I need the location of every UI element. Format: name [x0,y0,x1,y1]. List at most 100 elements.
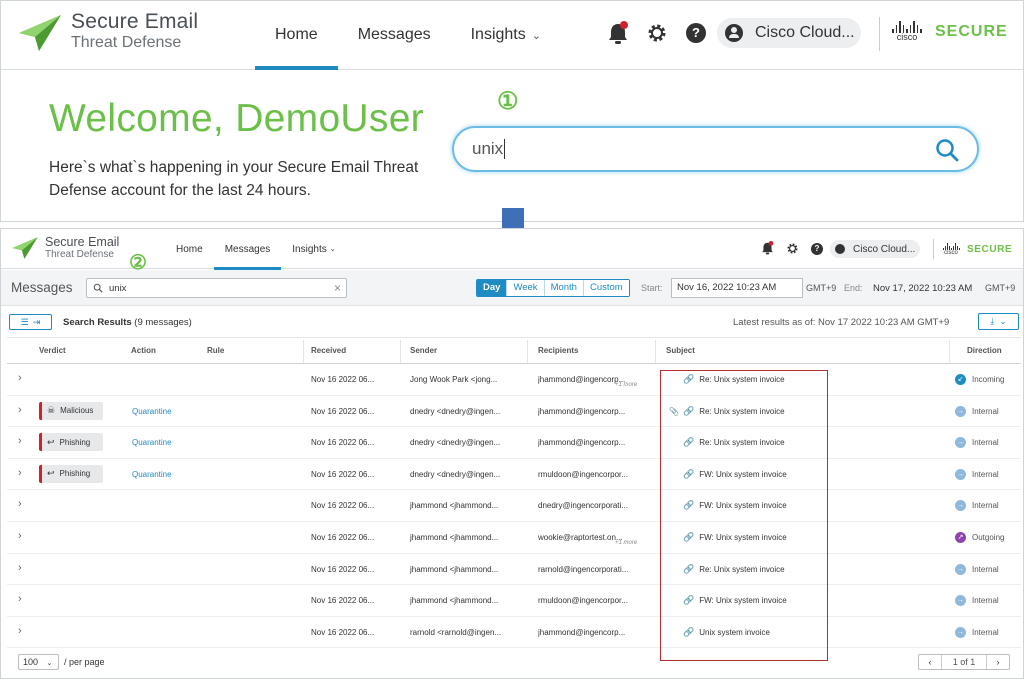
table-row[interactable]: › Nov 16 2022 06... Jong Wook Park <jong..… [7,364,1021,396]
next-page-icon[interactable]: › [987,657,1009,667]
step-marker-1: ① [497,88,519,115]
nav-messages[interactable]: Messages [338,1,451,69]
received-cell: Nov 16 2022 06... [311,438,375,448]
bell-icon[interactable] [607,21,629,45]
nav-home[interactable]: Home [165,229,214,269]
more-recipients[interactable]: +1 more [615,540,637,546]
bell-icon[interactable] [761,241,774,255]
internal-direction-icon: → [955,437,966,449]
action-link[interactable]: Quarantine [132,459,172,490]
secure-word: SECURE [935,22,1008,40]
action-link[interactable]: Quarantine [132,396,172,427]
table-row[interactable]: › ↩ Phishing Quarantine Nov 16 2022 06... dne… [7,427,1021,459]
messages-toolbar: Messages ② unix × Day Week Month Custom … [1,252,1023,306]
table-header: Verdict Action Rule Received Sender Reci… [7,337,1021,364]
message-table-body: › Nov 16 2022 06... Jong Wook Park <jong..… [7,364,1021,649]
cisco-secure-logo: cisco SECURE [941,243,1012,256]
nav-home[interactable]: Home [255,1,338,70]
range-week[interactable]: Week [506,280,544,296]
col-recipients[interactable]: Recipients [538,338,578,364]
expand-row-icon[interactable]: › [18,372,22,384]
cisco-word: cisco [896,32,918,42]
internal-direction-icon: → [955,563,966,575]
brand-logo[interactable]: Secure Email Threat Defense [11,236,119,260]
received-cell: Nov 16 2022 06... [311,406,375,416]
range-custom[interactable]: Custom [582,280,629,296]
direction-cell: → Internal [955,554,999,585]
internal-direction-icon: → [955,405,966,417]
expand-row-icon[interactable]: › [18,530,22,542]
nav-insights[interactable]: Insights ⌄ [281,229,346,269]
action-link[interactable]: Quarantine [132,427,172,458]
table-row[interactable]: › Nov 16 2022 06... jhammond <jhammond... r… [7,554,1021,586]
direction-cell: → Internal [955,396,999,427]
help-icon[interactable]: ? [686,23,706,43]
prev-page-icon[interactable]: ‹ [919,657,941,667]
range-month[interactable]: Month [543,280,583,296]
recipients-cell: rmuldoon@ingencorpor... [538,596,628,606]
paper-plane-icon [12,237,38,259]
welcome-heading: Welcome, DemoUser [49,97,424,140]
brand-subtitle: Threat Defense [71,34,182,51]
table-row[interactable]: › Nov 16 2022 06... jhammond <jhammond... r… [7,585,1021,617]
col-sender[interactable]: Sender [410,338,437,364]
divider [933,239,934,259]
col-received[interactable]: Received [311,338,346,364]
col-verdict[interactable]: Verdict [39,338,66,364]
recipients-cell: rarnold@ingencorporati... [538,564,629,574]
table-row[interactable]: › Nov 16 2022 06... jhammond <jhammond... w… [7,522,1021,554]
account-name: Cisco Cloud... [755,24,855,41]
gear-icon[interactable] [786,242,799,255]
range-day[interactable]: Day [477,280,507,296]
expand-row-icon[interactable]: › [18,625,22,637]
download-button[interactable]: ⤓ ⌄ [978,313,1019,330]
message-search-input[interactable]: unix × [86,278,347,298]
col-action[interactable]: Action [131,338,156,364]
gear-icon[interactable] [646,22,668,44]
filter-toggle-button[interactable]: ☰ ⇥ [9,314,52,330]
expand-row-icon[interactable]: › [18,467,22,479]
direction-text: Outgoing [972,532,1005,542]
table-row[interactable]: › ☠ Malicious Quarantine Nov 16 2022 06... dn… [7,396,1021,428]
brand-logo[interactable]: Secure Email Threat Defense [17,11,198,53]
clear-icon[interactable]: × [334,281,341,295]
page-size-select[interactable]: 100 ⌄ [18,654,59,670]
nav-insights[interactable]: Insights ⌄ [451,1,561,69]
filter-icon: ☰ [20,316,29,327]
chevron-down-icon: ⌄ [46,660,53,667]
more-recipients[interactable]: +1 more [615,382,637,388]
expand-row-icon[interactable]: › [18,593,22,605]
end-date-value: Nov 17, 2022 10:23 AM [873,283,973,294]
outgoing-direction-icon: ↗ [955,531,966,543]
direction-text: Internal [972,438,999,448]
received-cell: Nov 16 2022 06... [311,532,375,542]
brand-title: Secure Email [71,10,199,33]
account-menu[interactable]: Cisco Cloud... [717,18,861,48]
sender-cell: dnedry <dnedry@ingen... [410,469,501,479]
start-date-field[interactable]: Nov 16, 2022 10:23 AM [671,278,803,298]
internal-direction-icon: → [955,626,966,638]
help-icon[interactable]: ? [811,243,823,255]
col-direction[interactable]: Direction [967,338,1002,364]
expand-row-icon[interactable]: › [18,404,22,416]
verdict-badge: ↩ Phishing [39,464,103,483]
global-search-input[interactable]: unix [452,126,979,172]
expand-row-icon[interactable]: › [18,562,22,574]
col-divider [303,340,304,363]
sender-cell: dnedry <dnedry@ingen... [410,438,501,448]
col-subject[interactable]: Subject [666,338,695,364]
nav-messages[interactable]: Messages [213,229,282,270]
table-row[interactable]: › Nov 16 2022 06... rarnold <rarnold@ingen… [7,617,1021,649]
sender-cell: jhammond <jhammond... [410,532,499,542]
page-title: Messages [11,280,73,295]
recipients-cell: jhammond@ingencorp... [538,375,626,384]
expand-row-icon[interactable]: › [18,435,22,447]
direction-cell: → Internal [955,585,999,616]
expand-row-icon[interactable]: › [18,498,22,510]
account-menu[interactable]: Cisco Cloud... [830,240,920,258]
col-rule[interactable]: Rule [207,338,224,364]
table-row[interactable]: › ↩ Phishing Quarantine Nov 16 2022 06... dne… [7,459,1021,491]
search-icon[interactable] [935,138,959,162]
table-row[interactable]: › Nov 16 2022 06... jhammond <jhammond... d… [7,490,1021,522]
search-icon [93,283,103,293]
